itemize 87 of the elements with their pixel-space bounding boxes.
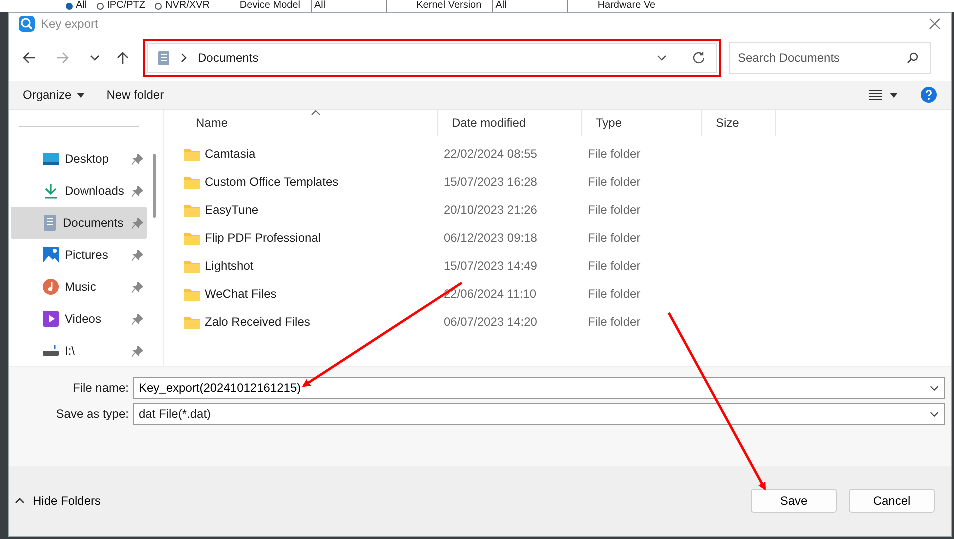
- file-type-dropdown[interactable]: dat File(*.dat): [133, 403, 945, 425]
- folder-icon: [184, 316, 200, 328]
- folder-icon: [184, 176, 200, 188]
- file-name-field[interactable]: Key_export(20241012161215): [133, 377, 945, 399]
- pin-icon[interactable]: [132, 346, 143, 356]
- folder-icon: [184, 232, 200, 244]
- chevron-right-icon: [180, 53, 188, 63]
- pin-icon[interactable]: [132, 250, 143, 260]
- file-name[interactable]: WeChat Files: [205, 287, 277, 301]
- refresh-icon[interactable]: [692, 51, 706, 65]
- folder-icon: [184, 288, 200, 300]
- app-icon: [19, 16, 35, 32]
- sidebar-item[interactable]: Videos: [11, 303, 147, 335]
- column-header[interactable]: Size: [702, 110, 776, 136]
- document-icon: [43, 215, 57, 231]
- back-arrow-icon[interactable]: [21, 50, 37, 66]
- search-icon: [907, 52, 919, 64]
- hide-folders-button[interactable]: Hide Folders: [11, 490, 106, 512]
- folder-icon: [184, 148, 200, 160]
- radio-button[interactable]: IPC/PTZ: [97, 0, 146, 12]
- table-cell-text: File folder: [587, 287, 642, 301]
- sidebar-item[interactable]: Documents: [11, 207, 147, 239]
- column-header[interactable]: Type: [582, 110, 702, 136]
- table-cell-text: File folder: [587, 259, 642, 273]
- table-cell-text: 20/10/2023 21:26: [443, 203, 538, 217]
- up-arrow-icon[interactable]: [115, 50, 131, 66]
- pin-icon[interactable]: [132, 218, 143, 228]
- field-label: Hardware Ve: [598, 0, 656, 12]
- view-options-icon[interactable]: [869, 89, 899, 101]
- sidebar-item[interactable]: I:\: [11, 335, 147, 366]
- forward-arrow-icon[interactable]: [55, 50, 71, 66]
- table-cell-text: File folder: [587, 203, 642, 217]
- table-cell-text: 06/07/2023 14:20: [443, 315, 538, 329]
- picture-icon: [43, 247, 59, 263]
- sidebar-item[interactable]: Pictures: [11, 239, 147, 271]
- sidebar-item[interactable]: Downloads: [11, 175, 147, 207]
- file-name[interactable]: EasyTune: [205, 203, 259, 217]
- chevron-up-icon: [15, 498, 25, 504]
- scrollbar-thumb[interactable]: [153, 154, 156, 218]
- file-name[interactable]: Camtasia: [205, 147, 256, 161]
- table-cell-text: File folder: [587, 315, 642, 329]
- file-name[interactable]: Custom Office Templates: [205, 175, 339, 189]
- video-icon: [43, 311, 59, 327]
- field-label: File name:: [72, 381, 130, 395]
- table-cell-text: File folder: [587, 147, 642, 161]
- table-cell-text: 15/07/2023 14:49: [443, 259, 538, 273]
- radio-button[interactable]: All: [66, 0, 88, 12]
- organize-menu-button[interactable]: Organize: [19, 86, 89, 104]
- pin-icon[interactable]: [132, 186, 143, 196]
- address-bar[interactable]: Documents: [147, 43, 717, 73]
- breadcrumb-item[interactable]: Documents: [198, 51, 259, 65]
- file-name[interactable]: Zalo Received Files: [205, 315, 310, 329]
- desktop-icon: [43, 152, 59, 166]
- save-button[interactable]: Save: [751, 489, 837, 513]
- search-field[interactable]: Search Documents: [729, 42, 931, 74]
- close-icon[interactable]: [929, 18, 941, 30]
- caret-down-icon: [76, 92, 85, 98]
- file-name[interactable]: Flip PDF Professional: [205, 231, 322, 245]
- folder-icon: [184, 260, 200, 272]
- pin-icon[interactable]: [132, 154, 143, 164]
- pin-icon[interactable]: [132, 282, 143, 292]
- drive-icon: [43, 345, 59, 357]
- sort-caret-icon: [311, 110, 321, 116]
- folder-icon: [184, 204, 200, 216]
- music-icon: [43, 279, 59, 295]
- file-name[interactable]: Lightshot: [205, 259, 254, 273]
- radio-button[interactable]: NVR/XVR: [155, 0, 210, 12]
- sidebar-item[interactable]: Music: [11, 271, 147, 303]
- column-header[interactable]: Name: [182, 110, 438, 136]
- column-header[interactable]: Date modified: [438, 110, 582, 136]
- cancel-button[interactable]: Cancel: [849, 489, 935, 513]
- document-icon: [158, 50, 170, 66]
- table-cell-text: 22/02/2024 08:55: [443, 147, 538, 161]
- help-icon[interactable]: [921, 87, 937, 103]
- window-title: Key export: [41, 17, 98, 31]
- field-label: Save as type:: [55, 407, 130, 421]
- new-folder-button[interactable]: New folder: [102, 86, 168, 104]
- table-cell-text: 06/12/2023 09:18: [443, 231, 538, 245]
- table-cell-text: File folder: [587, 231, 642, 245]
- field-label: Device Model: [240, 0, 301, 12]
- download-icon: [43, 183, 59, 199]
- table-cell-text: 22/06/2024 11:10: [443, 287, 538, 301]
- pin-icon[interactable]: [132, 314, 143, 324]
- field-label: Kernel Version: [416, 0, 482, 12]
- table-cell-text: File folder: [587, 175, 642, 189]
- table-cell-text: 15/07/2023 16:28: [443, 175, 538, 189]
- sidebar-item[interactable]: Desktop: [11, 143, 147, 175]
